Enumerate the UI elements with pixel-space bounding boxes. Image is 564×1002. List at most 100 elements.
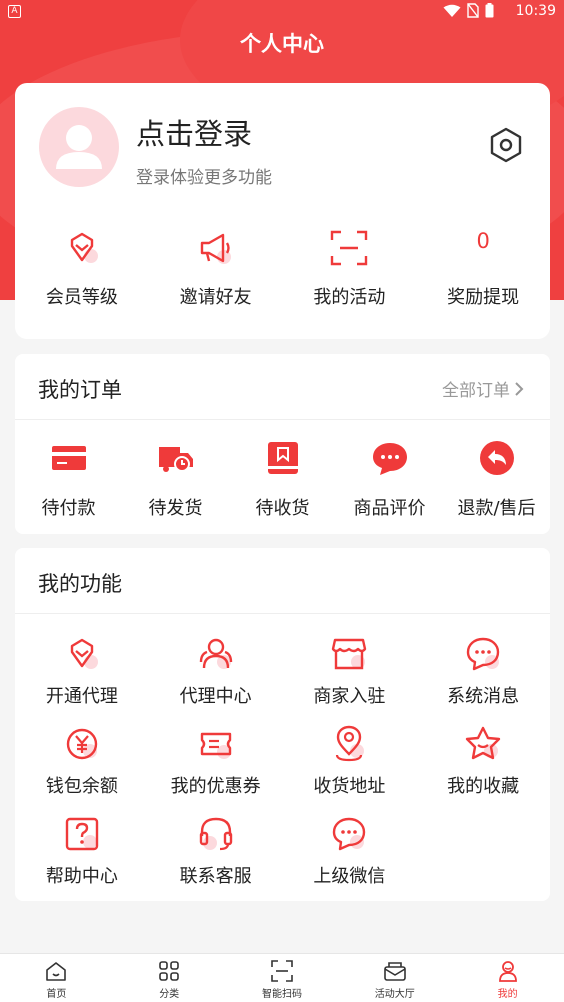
my-activities-item[interactable]: 我的活动 [283, 223, 417, 313]
headset-icon [199, 817, 232, 851]
quick-label: 邀请好友 [179, 287, 252, 308]
tab-label: 活动大厅 [374, 989, 415, 1000]
quick-actions: 会员等级 邀请好友 我的活动 0 奖励提现 [15, 223, 550, 313]
quick-label: 会员等级 [45, 287, 118, 308]
order-label: 待收货 [255, 498, 310, 519]
store-icon [332, 638, 367, 670]
merchant-join-item[interactable]: 商家入驻 [283, 626, 417, 716]
tab-label: 首页 [46, 989, 67, 1000]
function-label: 钱包余额 [45, 776, 118, 797]
tab-category[interactable]: 分类 [113, 954, 226, 1002]
function-label: 帮助中心 [45, 866, 118, 887]
help-center-item[interactable]: 帮助中心 [15, 806, 149, 896]
member-level-item[interactable]: 会员等级 [15, 223, 149, 313]
all-orders-label: 全部订单 [442, 381, 510, 401]
category-icon [159, 961, 179, 981]
diamond-icon [70, 638, 98, 669]
megaphone-icon [200, 233, 231, 264]
order-label: 待发货 [148, 498, 203, 519]
function-label: 我的优惠券 [170, 776, 261, 797]
order-label: 商品评价 [353, 498, 426, 519]
settings-button[interactable] [486, 125, 526, 165]
location-icon [336, 725, 365, 762]
avatar[interactable] [39, 107, 119, 187]
invite-friends-item[interactable]: 邀请好友 [149, 223, 283, 313]
yuan-icon [66, 728, 98, 760]
diamond-icon [70, 232, 98, 263]
order-pending-payment[interactable]: 待付款 [15, 434, 122, 524]
no-sim-icon [467, 3, 479, 18]
favorites-item[interactable]: 我的收藏 [416, 716, 550, 806]
agent-center-item[interactable]: 代理中心 [149, 626, 283, 716]
star-icon [465, 726, 501, 760]
reward-amount: 0 [476, 229, 490, 253]
tab-label: 我的 [497, 989, 518, 1000]
box-icon [267, 442, 298, 474]
order-label: 退款/售后 [457, 498, 536, 519]
profile-card: 点击登录 登录体验更多功能 会员等级 邀请好友 我的活动 0 奖励提现 [15, 83, 550, 339]
all-orders-link[interactable]: 全部订单 [442, 376, 524, 401]
activity-icon [383, 962, 406, 981]
order-pending-shipment[interactable]: 待发货 [122, 434, 229, 524]
function-label: 上级微信 [313, 866, 386, 887]
order-label: 待付款 [41, 498, 96, 519]
quick-label: 奖励提现 [447, 287, 520, 308]
order-review[interactable]: 商品评价 [336, 434, 443, 524]
superior-wechat-item[interactable]: 上级微信 [283, 806, 417, 896]
clock: 10:39 [515, 3, 556, 19]
return-icon [479, 441, 514, 475]
tab-activity-hall[interactable]: 活动大厅 [338, 954, 451, 1002]
user-icon [498, 961, 517, 982]
function-label: 代理中心 [179, 686, 252, 707]
coupon-icon [200, 732, 231, 759]
quick-label: 我的活动 [313, 287, 386, 308]
functions-title: 我的功能 [38, 572, 122, 596]
battery-icon [485, 3, 494, 18]
chat-bubble-icon [372, 443, 407, 475]
function-label: 开通代理 [45, 686, 118, 707]
login-title[interactable]: 点击登录 [136, 111, 252, 153]
home-icon [46, 962, 67, 981]
tab-home[interactable]: 首页 [0, 954, 113, 1002]
tab-smart-scan[interactable]: 智能扫码 [226, 954, 339, 1002]
tab-label: 分类 [159, 989, 180, 1000]
tab-label: 智能扫码 [261, 989, 302, 1000]
order-refund[interactable]: 退款/售后 [443, 434, 550, 524]
orders-header: 我的订单 全部订单 [15, 354, 550, 420]
system-message-item[interactable]: 系统消息 [416, 626, 550, 716]
function-label: 系统消息 [447, 686, 520, 707]
order-status-row: 待付款 待发货 待收货 商品评价 退款/售后 [15, 434, 550, 524]
shipping-address-item[interactable]: 收货地址 [283, 716, 417, 806]
orders-card: 我的订单 全部订单 待付款 待发货 待收货 商品评价 退款/售后 [15, 354, 550, 534]
card-icon [51, 446, 86, 470]
status-bar: A 10:39 [0, 0, 564, 24]
settings-hexagon-icon [490, 127, 522, 163]
scan-frame-icon [331, 230, 368, 266]
page-title: 个人中心 [240, 32, 324, 56]
functions-grid: 开通代理 代理中心 商家入驻 系统消息 钱包余额 我的优惠券 收货地址 我的收藏… [15, 626, 550, 896]
functions-header: 我的功能 [15, 548, 550, 614]
order-pending-receipt[interactable]: 待收货 [229, 434, 336, 524]
open-agent-item[interactable]: 开通代理 [15, 626, 149, 716]
orders-title: 我的订单 [38, 378, 122, 402]
function-label: 商家入驻 [313, 686, 386, 707]
group-icon [199, 638, 232, 669]
function-label: 收货地址 [313, 776, 386, 797]
function-label: 我的收藏 [447, 776, 520, 797]
wallet-balance-item[interactable]: 钱包余额 [15, 716, 149, 806]
tab-mine[interactable]: 我的 [451, 954, 564, 1002]
help-icon [65, 817, 99, 851]
chevron-right-icon [515, 381, 524, 396]
functions-card: 我的功能 开通代理 代理中心 商家入驻 系统消息 钱包余额 我的优惠券 收货地址… [15, 548, 550, 901]
coupons-item[interactable]: 我的优惠券 [149, 716, 283, 806]
wifi-icon [443, 4, 461, 17]
reward-withdraw-item[interactable]: 0 奖励提现 [416, 223, 550, 313]
scan-icon [271, 960, 293, 982]
message-icon [466, 637, 500, 671]
bottom-tab-bar: 首页 分类 智能扫码 活动大厅 我的 [0, 953, 564, 1002]
wechat-icon [333, 817, 366, 851]
function-label: 联系客服 [179, 866, 252, 887]
contact-service-item[interactable]: 联系客服 [149, 806, 283, 896]
user-avatar-icon [56, 125, 102, 169]
truck-icon [158, 447, 193, 472]
